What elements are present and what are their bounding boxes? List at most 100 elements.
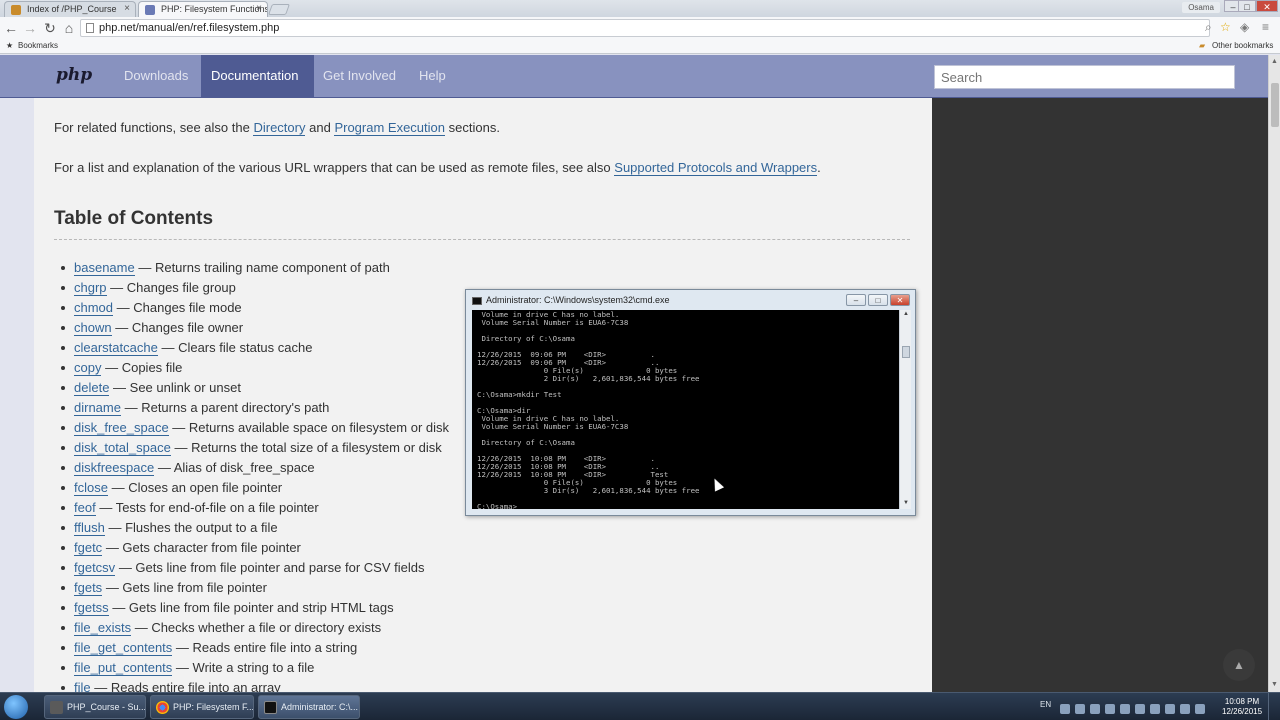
nav-get-involved[interactable]: Get Involved: [313, 55, 406, 98]
tray-icon[interactable]: [1075, 704, 1085, 714]
toc-description: — Tests for end-of-file on a file pointe…: [99, 500, 319, 515]
toc-link-disk-free-space[interactable]: disk_free_space: [74, 420, 169, 436]
nav-downloads[interactable]: Downloads: [114, 55, 198, 98]
tray-icon[interactable]: [1135, 704, 1145, 714]
toc-item: fgetcsv — Gets line from file pointer an…: [60, 560, 449, 580]
link-directory[interactable]: Directory: [253, 120, 306, 136]
toc-link-file-get-contents[interactable]: file_get_contents: [74, 640, 173, 656]
profile-name[interactable]: Osama: [1182, 2, 1220, 13]
language-indicator[interactable]: EN: [1040, 700, 1051, 709]
task-label: PHP_Course - Su...: [67, 702, 146, 712]
network-icon[interactable]: [1195, 704, 1205, 714]
toc-link-fgetss[interactable]: fgetss: [74, 600, 109, 616]
bookmark-star-icon[interactable]: ☆: [1220, 20, 1231, 34]
scroll-up-icon[interactable]: ▲: [1271, 58, 1278, 65]
tab-index-php-course[interactable]: Index of /PHP_Course ×: [4, 1, 136, 17]
toc-link-chgrp[interactable]: chgrp: [74, 280, 107, 296]
new-tab-button[interactable]: [267, 4, 291, 15]
cmd-window-title: Administrator: C:\Windows\system32\cmd.e…: [486, 295, 670, 305]
toc-description: — Write a string to a file: [175, 660, 315, 675]
scroll-down-icon[interactable]: ▼: [1271, 681, 1278, 688]
text: For a list and explanation of the variou…: [54, 160, 611, 175]
cmd-scroll-down-icon[interactable]: ▼: [903, 500, 909, 506]
tray-icon[interactable]: [1090, 704, 1100, 714]
text: and: [309, 120, 331, 135]
start-button[interactable]: [4, 695, 28, 719]
tray-icon[interactable]: [1165, 704, 1175, 714]
toc-link-fflush[interactable]: fflush: [74, 520, 105, 536]
toc-description: — Changes file owner: [115, 320, 244, 335]
maximize-button[interactable]: □: [1238, 0, 1256, 12]
toc-item: file_get_contents — Reads entire file in…: [60, 640, 449, 660]
back-to-top-icon[interactable]: ▲: [1223, 649, 1255, 681]
link-supported-protocols[interactable]: Supported Protocols and Wrappers: [614, 160, 818, 176]
toc-link-feof[interactable]: feof: [74, 500, 96, 516]
toc-link-fgets[interactable]: fgets: [74, 580, 103, 596]
address-bar[interactable]: php.net/manual/en/ref.filesystem.php: [80, 19, 1210, 37]
link-program-execution[interactable]: Program Execution: [334, 120, 445, 136]
folder-favicon-icon: [11, 5, 21, 15]
toc-link-file[interactable]: file: [74, 680, 91, 692]
toc-link-fclose[interactable]: fclose: [74, 480, 108, 496]
toc-link-basename[interactable]: basename: [74, 260, 135, 276]
tab-close-icon[interactable]: ×: [124, 3, 130, 14]
home-icon[interactable]: ⌂: [61, 20, 77, 36]
back-icon[interactable]: ←: [3, 20, 19, 36]
bookmarks-label[interactable]: Bookmarks: [18, 41, 58, 50]
cmd-close-button[interactable]: ✕: [890, 294, 910, 306]
toc-link-dirname[interactable]: dirname: [74, 400, 121, 416]
nav-help[interactable]: Help: [409, 55, 456, 98]
tab-php-filesystem[interactable]: PHP: Filesystem Functions ×: [138, 1, 268, 17]
search-input[interactable]: [934, 65, 1235, 89]
toc-link-chown[interactable]: chown: [74, 320, 112, 336]
forward-icon[interactable]: →: [22, 20, 38, 36]
cmd-maximize-button[interactable]: □: [868, 294, 888, 306]
page-scrollbar[interactable]: ▲ ▼: [1268, 55, 1280, 692]
task-cmd[interactable]: Administrator: C:\...: [258, 695, 360, 719]
toc-description: — Returns the total size of a filesystem…: [174, 440, 442, 455]
toc-link-chmod[interactable]: chmod: [74, 300, 114, 316]
cmd-minimize-button[interactable]: –: [846, 294, 866, 306]
folder-icon: ▰: [1199, 41, 1206, 50]
toc-item: copy — Copies file: [60, 360, 449, 380]
cmd-console[interactable]: Volume in drive C has no label. Volume S…: [472, 310, 899, 509]
nav-documentation[interactable]: Documentation: [201, 55, 314, 98]
toc-link-diskfreespace[interactable]: diskfreespace: [74, 460, 155, 476]
cast-icon[interactable]: ◈: [1240, 20, 1249, 34]
close-window-button[interactable]: ✕: [1256, 0, 1278, 12]
tray-icon[interactable]: [1060, 704, 1070, 714]
toc-link-disk-total-space[interactable]: disk_total_space: [74, 440, 171, 456]
cmd-scroll-thumb[interactable]: [902, 346, 910, 358]
cmd-line: C:\Osama>mkdir Test: [477, 390, 562, 399]
toc-link-fgetcsv[interactable]: fgetcsv: [74, 560, 116, 576]
tab-label: PHP: Filesystem Functions: [161, 4, 268, 14]
task-chrome[interactable]: PHP: Filesystem F...: [150, 695, 254, 719]
menu-icon[interactable]: ≡: [1262, 20, 1269, 34]
zoom-icon[interactable]: ⌕: [1205, 20, 1212, 35]
tray-icon[interactable]: [1150, 704, 1160, 714]
cmd-window[interactable]: Administrator: C:\Windows\system32\cmd.e…: [465, 289, 916, 516]
toc-link-clearstatcache[interactable]: clearstatcache: [74, 340, 158, 356]
php-logo[interactable]: php: [56, 65, 92, 85]
show-desktop-button[interactable]: [1268, 693, 1280, 720]
volume-icon[interactable]: [1180, 704, 1190, 714]
toc-link-copy[interactable]: copy: [74, 360, 102, 376]
toc-description: — Reads entire file into a string: [175, 640, 358, 655]
toc-link-file-put-contents[interactable]: file_put_contents: [74, 660, 173, 676]
task-sublime[interactable]: PHP_Course - Su...: [44, 695, 146, 719]
cmd-scroll-up-icon[interactable]: ▲: [903, 311, 909, 317]
text: For related functions, see also the: [54, 120, 250, 135]
toc-link-file-exists[interactable]: file_exists: [74, 620, 132, 636]
taskbar-clock[interactable]: 10:08 PM 12/26/2015: [1222, 697, 1262, 717]
cmd-scrollbar[interactable]: ▲ ▼: [899, 310, 911, 509]
toc-link-fgetc[interactable]: fgetc: [74, 540, 103, 556]
other-bookmarks[interactable]: Other bookmarks: [1212, 41, 1273, 50]
scroll-thumb[interactable]: [1271, 83, 1279, 127]
toc-link-delete[interactable]: delete: [74, 380, 110, 396]
toc-description: — Reads entire file into an array: [94, 680, 281, 692]
cmd-line: Volume Serial Number is EUA6-7C38: [477, 318, 629, 327]
tab-close-icon[interactable]: ×: [256, 3, 262, 14]
tray-icon[interactable]: [1105, 704, 1115, 714]
tray-icon[interactable]: [1120, 704, 1130, 714]
reload-icon[interactable]: ↻: [42, 20, 58, 36]
